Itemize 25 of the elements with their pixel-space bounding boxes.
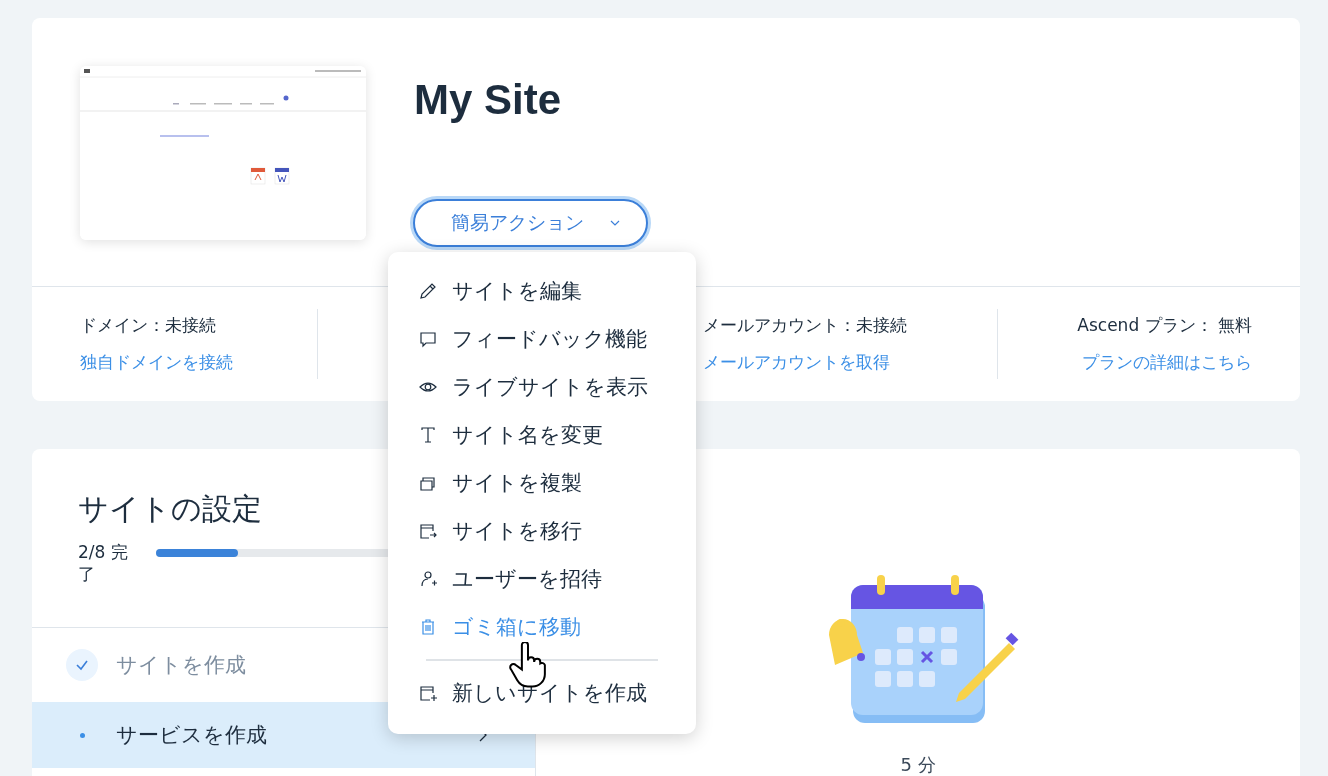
folder-arrow-icon [418, 521, 438, 541]
site-title: My Site [414, 75, 563, 125]
menu-item[interactable]: サイトを移行 [388, 507, 696, 555]
menu-item[interactable]: サイトを編集 [388, 267, 696, 315]
menu-item[interactable]: サイトを複製 [388, 459, 696, 507]
pencil-icon [418, 281, 438, 301]
info-link[interactable]: メールアカウントを取得 [703, 351, 997, 374]
menu-item[interactable]: サイト名を変更 [388, 411, 696, 459]
progress-text: 2/8 完了 [78, 541, 128, 585]
menu-item[interactable]: フィードバック機能 [388, 315, 696, 363]
check-icon [66, 649, 98, 681]
duration-text: 5 分 [900, 753, 936, 776]
chevron-down-icon [610, 220, 620, 226]
setup-title: サイトの設定 [78, 490, 263, 528]
info-label: メールアカウント：未接続 [703, 314, 908, 337]
menu-item[interactable]: ユーザーを招待 [388, 555, 696, 603]
menu-item[interactable]: ライブサイトを表示 [388, 363, 696, 411]
bullet-icon [79, 732, 85, 738]
info-label: Ascend プラン： 無料 [1077, 314, 1252, 337]
text-icon [418, 425, 438, 445]
speech-bubble-icon [418, 329, 438, 349]
add-window-icon [418, 683, 438, 703]
add-user-icon [418, 569, 438, 589]
quick-actions-dropdown[interactable]: 簡易アクション [413, 199, 648, 247]
info-label: ドメイン：未接続 [80, 314, 217, 337]
